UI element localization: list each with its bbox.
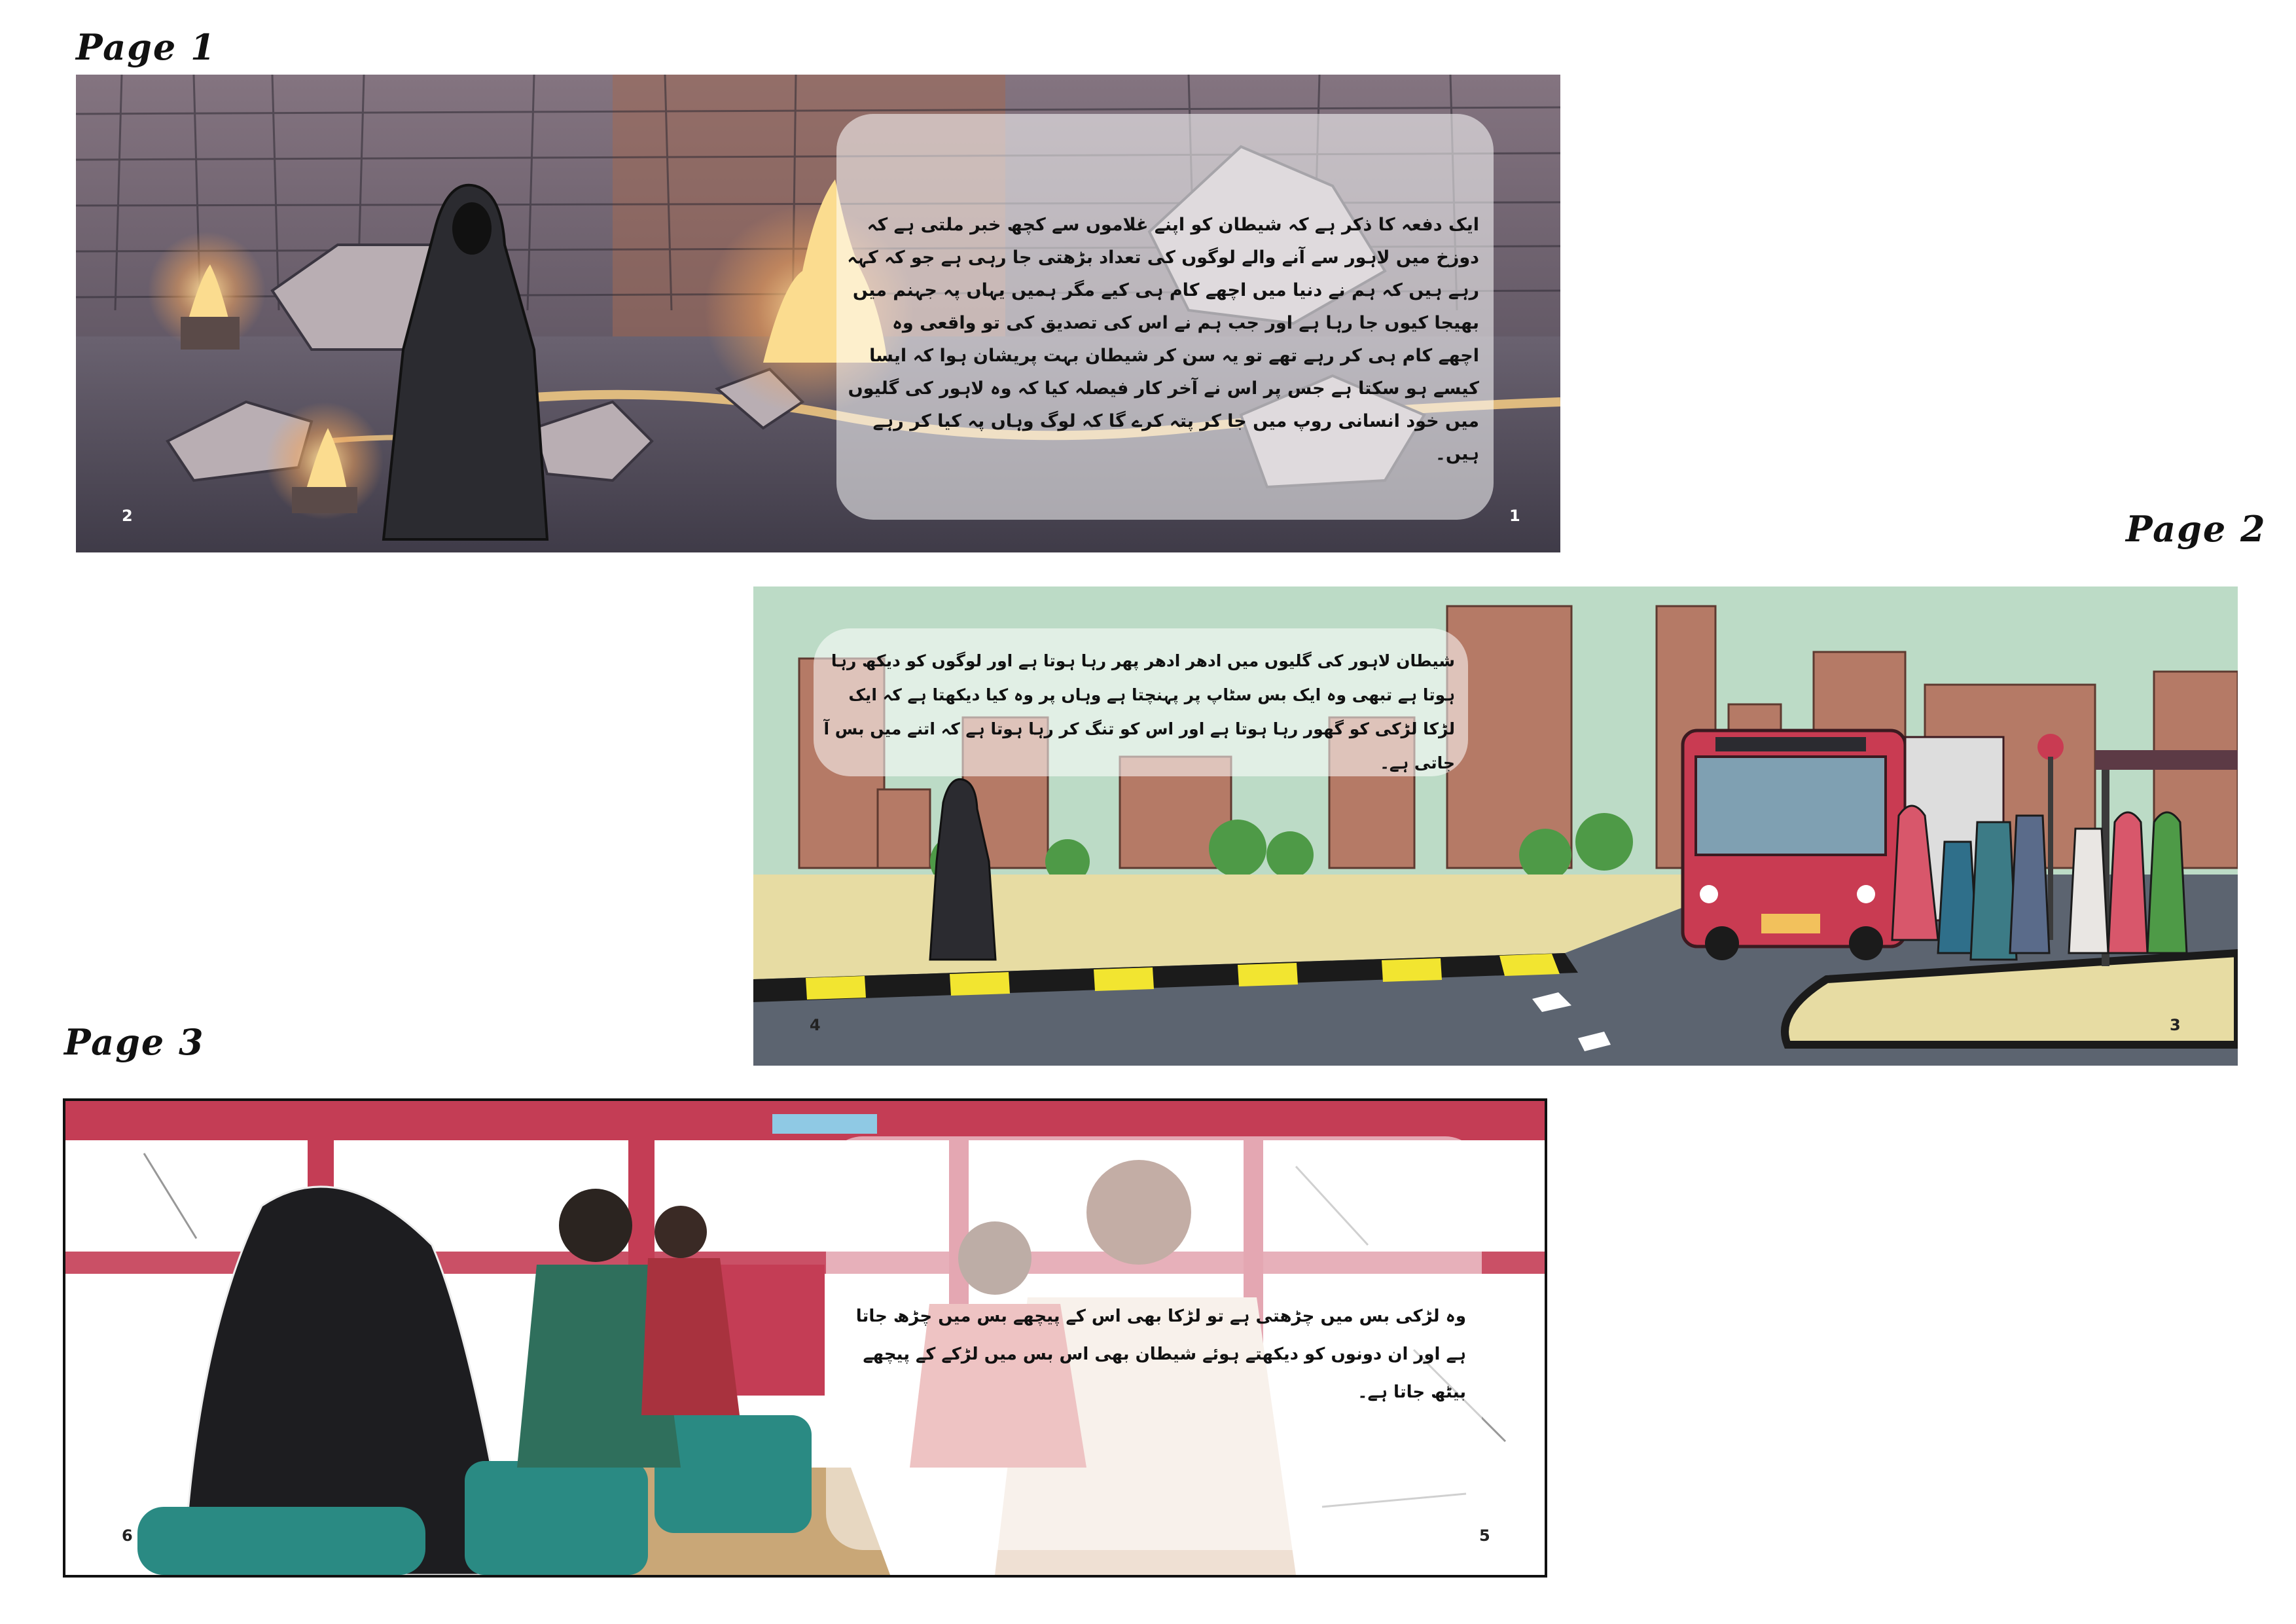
spread-3-story-text: وہ لڑکی بس میں چڑھتی ہے تو لڑکا بھی اس ک… (855, 1307, 1466, 1402)
spread-1-left-page-number: 2 (122, 507, 133, 525)
page-1-label: Page 1 (76, 26, 217, 68)
spread-2-illustration: شیطان لاہور کی گلیوں میں ادھر ادھر پھر ر… (753, 586, 2238, 1066)
spread-2-story-text: شیطان لاہور کی گلیوں میں ادھر ادھر پھر ر… (823, 651, 1455, 772)
page-2-label: Page 2 (2126, 508, 2267, 550)
spread-3-left-page-number: 6 (122, 1526, 133, 1545)
spread-2-left-page-number: 4 (810, 1016, 821, 1034)
spread-1-story-text: ایک دفعہ کا ذکر ہے کہ شیطان کو اپنے غلام… (847, 215, 1479, 464)
page-3-label: Page 3 (64, 1021, 205, 1063)
spread-2-right-page-number: 3 (2170, 1016, 2181, 1034)
spread-3-right-page-number: 5 (1479, 1526, 1490, 1545)
spread-3-illustration: وہ لڑکی بس میں چڑھتی ہے تو لڑکا بھی اس ک… (63, 1098, 1547, 1578)
spread-1-illustration: ایک دفعہ کا ذکر ہے کہ شیطان کو اپنے غلام… (76, 75, 1560, 552)
spread-1-right-page-number: 1 (1509, 507, 1520, 525)
